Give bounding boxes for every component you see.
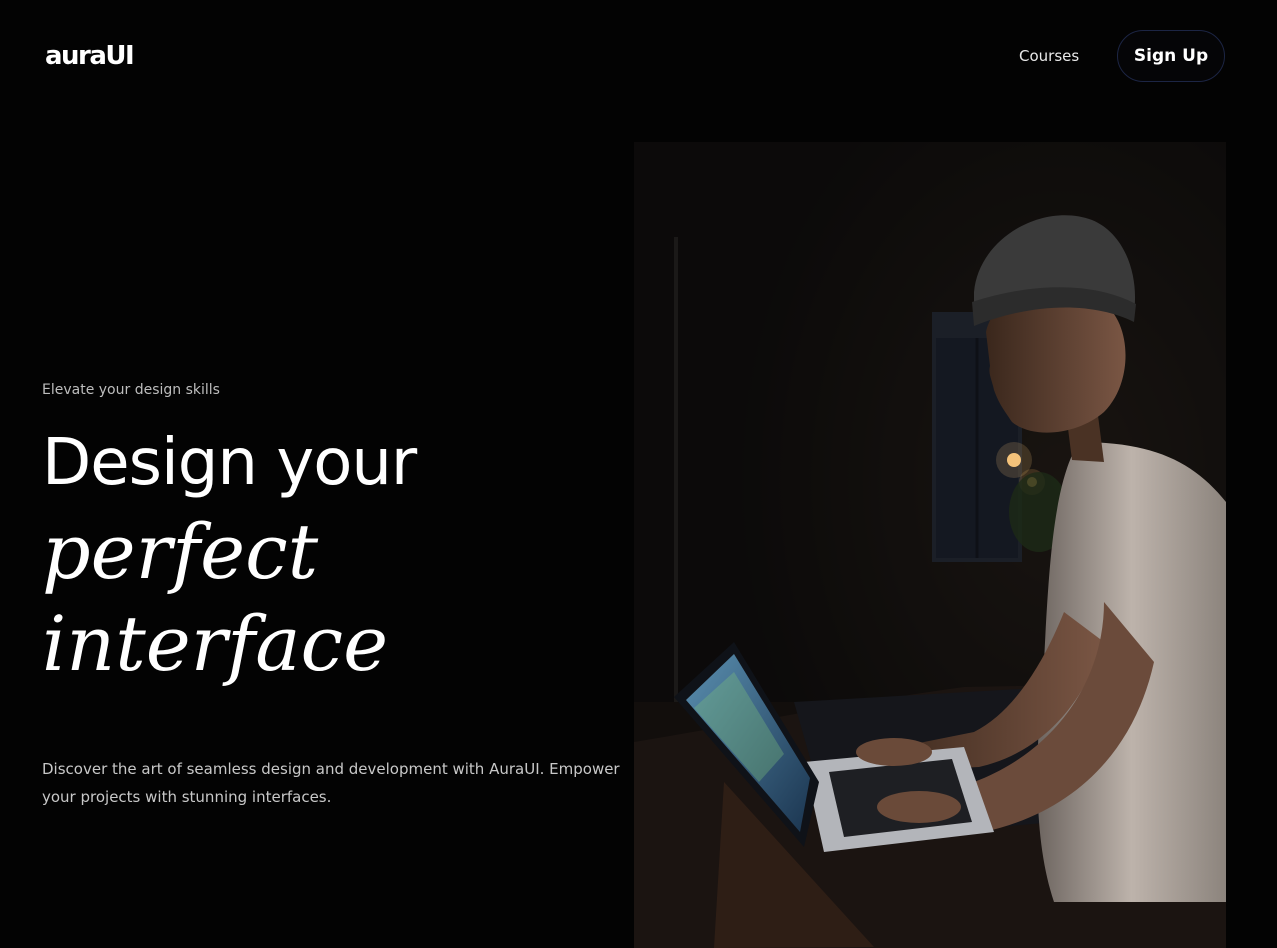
headline-line-2: perfect — [42, 507, 319, 596]
headline-line-1: Design your — [42, 426, 417, 500]
nav-link-courses[interactable]: Courses — [1019, 46, 1079, 66]
landing-page: auraUI Courses Sign Up Elevate your desi… — [0, 0, 1277, 948]
hero-eyebrow: Elevate your design skills — [42, 382, 220, 398]
brand-logo[interactable]: auraUI — [45, 40, 135, 72]
sign-up-button[interactable]: Sign Up — [1117, 30, 1225, 82]
hero-image — [634, 142, 1226, 948]
hero-headline: Design your perfect interface — [42, 420, 417, 690]
hero-description: Discover the art of seamless design and … — [42, 760, 620, 806]
headline-line-3: interface — [42, 599, 389, 688]
